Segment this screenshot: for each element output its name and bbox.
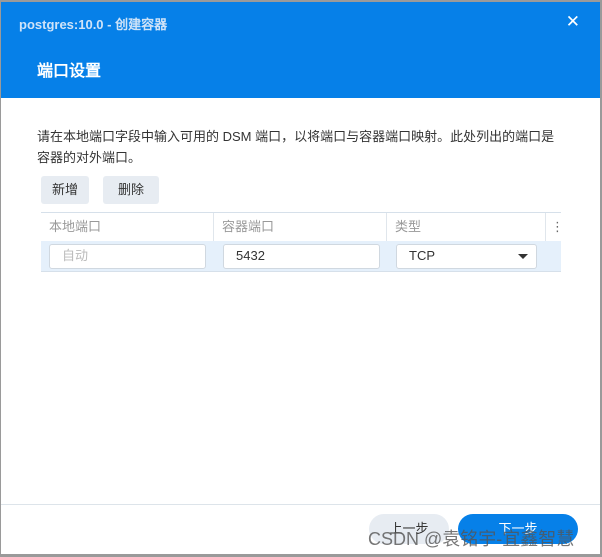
column-local-port[interactable]: 本地端口: [41, 213, 214, 241]
type-select[interactable]: TCP: [396, 244, 537, 269]
table-header: 本地端口 容器端口 类型 ⋮: [41, 213, 564, 241]
column-type[interactable]: 类型: [387, 213, 546, 241]
column-container-port[interactable]: 容器端口: [214, 213, 387, 241]
delete-button[interactable]: 删除: [103, 176, 159, 204]
table-row: 自动 5432 TCP: [41, 241, 561, 272]
type-value: TCP: [409, 248, 435, 263]
description: 请在本地端口字段中输入可用的 DSM 端口，以将端口与容器端口映射。此处列出的端…: [37, 129, 555, 165]
create-container-dialog: postgres:10.0 - 创建容器 ✕ 端口设置 请在本地端口字段中输入可…: [1, 2, 600, 554]
dialog-title: postgres:10.0 - 创建容器: [19, 17, 168, 32]
container-port-input[interactable]: 5432: [223, 244, 380, 269]
port-table: 本地端口 容器端口 类型 ⋮ 自动 5432 TCP: [41, 212, 564, 272]
close-icon[interactable]: ✕: [566, 12, 580, 32]
local-port-input[interactable]: 自动: [49, 244, 206, 269]
footer-divider: [1, 504, 600, 505]
watermark: CSDN @袁铭宇-宜鑫智慧: [368, 529, 575, 549]
add-button[interactable]: 新增: [41, 176, 89, 204]
dialog-header: postgres:10.0 - 创建容器 ✕ 端口设置: [1, 2, 600, 98]
step-title: 端口设置: [37, 63, 102, 80]
column-menu-icon[interactable]: ⋮: [546, 213, 564, 241]
chevron-down-icon: [518, 254, 528, 259]
